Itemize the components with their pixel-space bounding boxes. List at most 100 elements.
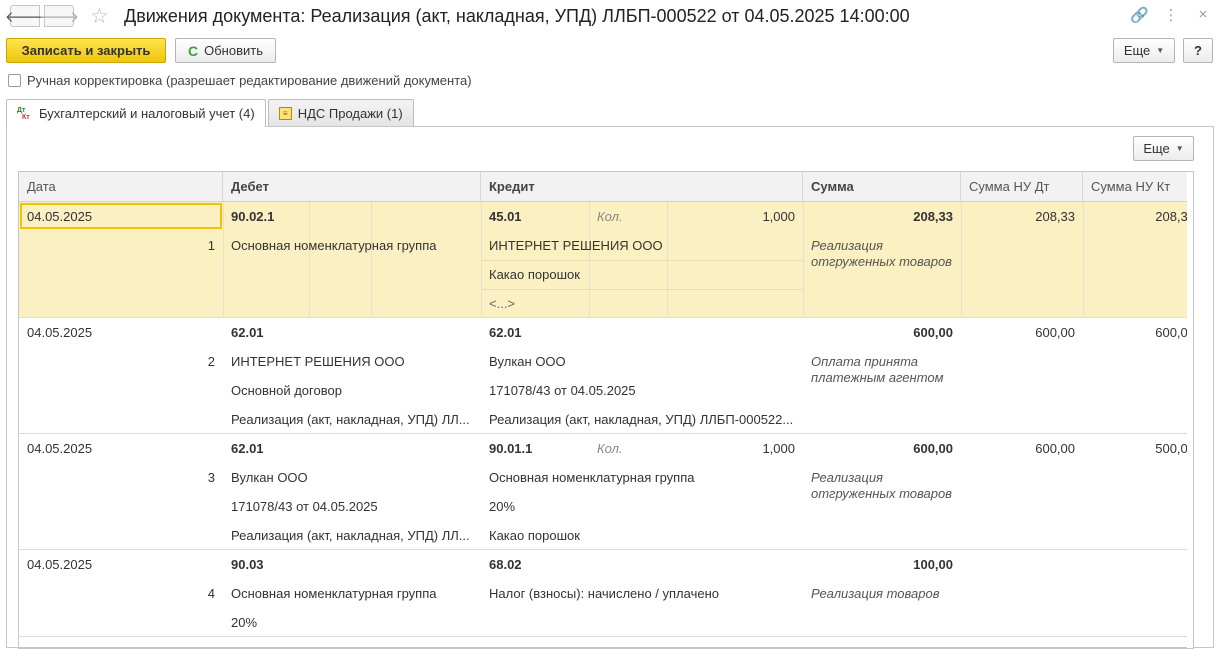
table-row[interactable]: 04.05.2025 4 90.03 Основная номенклатурн… [19,550,1193,637]
debit-account: 62.01 [231,325,264,340]
register-tabs: Дт Кт Бухгалтерский и налоговый учет (4) … [6,99,416,127]
more-label: Еще [1123,43,1151,58]
more-actions-button[interactable]: Еще ▼ [1113,38,1175,63]
debit-account: 90.02.1 [231,209,275,224]
table-row[interactable]: 04.05.2025 2 62.01 ИНТЕРНЕТ РЕШЕНИЯ ООО … [19,318,1194,434]
row-number: 3 [207,470,215,485]
help-button[interactable]: ? [1183,38,1213,63]
title-bar: 🡐 🡒 ☆ Движения документа: Реализация (ак… [0,0,1224,34]
date-cell: 04.05.2025 [27,557,93,572]
debit-account: 90.03 [231,557,264,572]
refresh-button[interactable]: C Обновить [175,38,276,63]
tab-panel: Еще ▼ Дата Дебет Кредит Сумма Сумма НУ Д… [6,126,1214,649]
window-controls: 🔗 ⋮ × [1130,6,1212,24]
sum-nu-dt-cell: 208,33 [1035,209,1075,224]
sum-nu-kt-cell: 500,00 [1155,441,1194,456]
tab-vat-sales-label: НДС Продажи (1) [297,105,403,121]
debit-subconto: 171078/43 от 04.05.2025 [231,499,378,514]
vertical-scrollbar[interactable] [1187,172,1193,648]
sum-cell: 100,00 [913,557,953,572]
entries-table: Дата Дебет Кредит Сумма Сумма НУ Дт Сумм… [18,171,1194,649]
sum-nu-dt-cell: 600,00 [1035,441,1075,456]
save-and-close-label: Записать и закрыть [21,43,151,58]
back-button[interactable]: 🡐 [5,5,45,27]
credit-subconto: 20% [489,499,516,514]
credit-subconto: 171078/43 от 04.05.2025 [489,383,636,398]
sum-nu-kt-cell: 600,00 [1155,325,1194,340]
sum-cell: 208,33 [913,209,953,224]
credit-subconto: Какао порошок [489,528,580,543]
panel-more-label: Еще [1143,141,1170,156]
tab-vat-sales[interactable]: ≡ НДС Продажи (1) [267,99,414,126]
panel-more-button[interactable]: Еще ▼ [1133,136,1194,161]
credit-subconto: Вулкан ООО [489,354,566,369]
debit-subconto: Основной договор [231,383,342,398]
debit-subconto: Основная номенклатурная группа [231,586,437,601]
table-row[interactable]: 04.05.2025 1 90.02.1 Основная номенклату… [19,202,1194,318]
column-sum-nu-kt[interactable]: Сумма НУ Кт [1083,172,1193,202]
table-header: Дата Дебет Кредит Сумма Сумма НУ Дт Сумм… [19,172,1193,202]
register-icon: ≡ [278,106,292,120]
column-sum-nu-dt[interactable]: Сумма НУ Дт [961,172,1083,202]
debit-subconto: Реализация (акт, накладная, УПД) ЛЛ... [231,412,470,427]
tab-accounting[interactable]: Дт Кт Бухгалтерский и налоговый учет (4) [6,99,266,127]
quantity-label: Кол. [597,441,623,456]
column-debit[interactable]: Дебет [223,172,481,202]
dt-kt-icon: Дт Кт [17,106,30,121]
chevron-down-icon: ▼ [1175,144,1184,153]
refresh-label: Обновить [204,43,263,58]
credit-subconto: Основная номенклатурная группа [489,470,695,485]
credit-subconto: <...> [489,296,516,311]
sum-cell: 600,00 [913,325,953,340]
column-date[interactable]: Дата [19,172,223,202]
entry-content: Реализация товаров [811,586,940,601]
favorite-star-icon[interactable]: ☆ [90,4,109,29]
sum-cell: 600,00 [913,441,953,456]
forward-button[interactable]: 🡒 [39,5,79,27]
credit-subconto: Налог (взносы): начислено / уплачено [489,586,719,601]
quantity-label: Кол. [597,209,623,224]
date-cell: 04.05.2025 [27,325,93,340]
debit-subconto: Вулкан ООО [231,470,308,485]
column-credit[interactable]: Кредит [481,172,803,202]
column-sum[interactable]: Сумма [803,172,961,202]
entry-content: Оплата принята платежным агентом [811,354,944,385]
quantity-value: 1,000 [762,209,795,224]
manual-correction-checkbox[interactable] [8,74,21,87]
quantity-value: 1,000 [762,441,795,456]
debit-subconto: ИНТЕРНЕТ РЕШЕНИЯ ООО [231,354,405,369]
save-and-close-button[interactable]: Записать и закрыть [6,38,166,63]
credit-account: 45.01 [489,209,522,224]
arrow-right-icon: 🡒 [38,8,80,26]
tab-accounting-label: Бухгалтерский и налоговый учет (4) [39,106,255,121]
debit-account: 62.01 [231,441,264,456]
manual-correction-label[interactable]: Ручная корректировка (разрешает редактир… [27,73,472,88]
credit-account: 68.02 [489,557,522,572]
entry-content: Реализация отгруженных товаров [811,238,952,269]
link-icon[interactable]: 🔗 [1130,6,1149,24]
credit-subconto: Какао порошок [489,267,580,282]
row-number: 4 [207,586,215,601]
credit-account: 62.01 [489,325,522,340]
credit-account: 90.01.1 [489,441,533,456]
credit-subconto: Реализация (акт, накладная, УПД) ЛЛБП-00… [489,412,794,427]
manual-correction-row: Ручная корректировка (разрешает редактир… [8,73,472,88]
sum-nu-kt-cell: 208,33 [1155,209,1194,224]
debit-subconto: Реализация (акт, накладная, УПД) ЛЛ... [231,528,470,543]
sum-nu-dt-cell: 600,00 [1035,325,1075,340]
date-cell: 04.05.2025 [27,441,93,456]
date-cell: 04.05.2025 [27,209,93,224]
entry-content: Реализация отгруженных товаров [811,470,952,501]
table-row[interactable]: 04.05.2025 3 62.01 Вулкан ООО 171078/43 … [19,434,1194,550]
window-title: Движения документа: Реализация (акт, нак… [124,6,910,26]
chevron-down-icon: ▼ [1156,46,1165,55]
close-icon[interactable]: × [1194,6,1212,24]
debit-subconto: 20% [231,615,258,630]
help-label: ? [1194,43,1202,58]
refresh-icon: C [188,42,199,59]
credit-subconto: ИНТЕРНЕТ РЕШЕНИЯ ООО [489,238,663,253]
row-number: 1 [207,238,215,253]
row-number: 2 [207,354,215,369]
debit-subconto: Основная номенклатурная группа [231,238,437,253]
more-menu-icon[interactable]: ⋮ [1162,6,1180,24]
